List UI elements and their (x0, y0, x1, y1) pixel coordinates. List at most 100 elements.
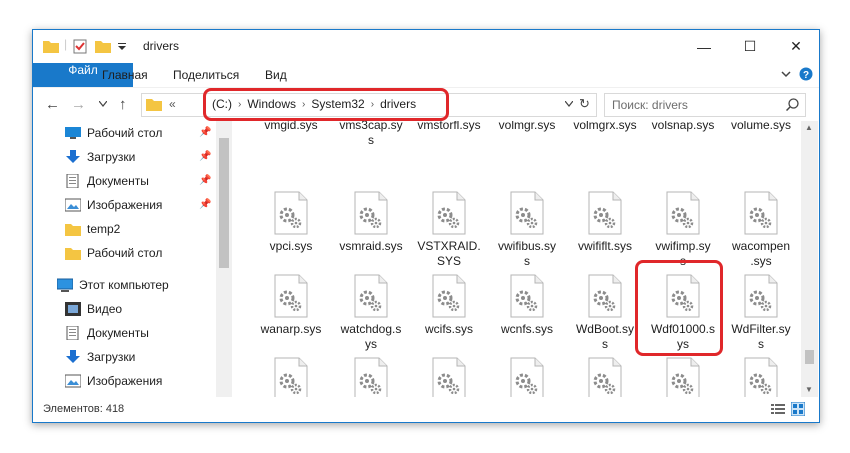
pin-icon[interactable]: 📌 (199, 199, 211, 210)
system-file-icon (666, 357, 700, 397)
file-item[interactable]: wacompen .sys (723, 191, 799, 269)
file-item[interactable]: vpci.sys (253, 191, 329, 254)
scroll-up-icon[interactable]: ▲ (805, 123, 813, 132)
tab-view[interactable]: Вид (253, 63, 299, 87)
sidebar-item-label: Загрузки (87, 150, 136, 164)
system-file-icon (588, 274, 622, 318)
sidebar-item-temp2[interactable]: temp2 (65, 219, 120, 239)
chevron-down-icon[interactable] (781, 70, 791, 78)
file-item[interactable]: wfplwfs.sys (645, 357, 721, 397)
file-item[interactable]: vwififlt.sys (567, 191, 643, 254)
system-file-icon (432, 357, 466, 397)
system-file-icon (588, 357, 622, 397)
refresh-icon[interactable]: ↻ (579, 96, 590, 112)
file-item[interactable]: werkernel.s (567, 357, 643, 397)
file-item[interactable]: WdiWiFi.sy s (333, 357, 409, 397)
search-input[interactable]: Поиск: drivers (612, 98, 688, 112)
pin-icon[interactable]: 📌 (199, 151, 211, 162)
sidebar-item-desktop[interactable]: Рабочий стол (65, 123, 162, 143)
search-box[interactable]: Поиск: drivers (604, 93, 806, 117)
system-file-icon (744, 274, 778, 318)
computer-icon (57, 278, 73, 292)
help-icon[interactable]: ? (799, 67, 813, 81)
file-item[interactable]: volmgr.sys (489, 121, 565, 133)
sidebar-item-pc-pictures[interactable]: Изображения (65, 371, 162, 391)
system-file-icon (666, 191, 700, 235)
file-name: vpci.sys (269, 239, 313, 253)
system-file-icon (744, 357, 778, 397)
file-item[interactable]: WdfLdr.sys (253, 357, 329, 397)
details-view-icon[interactable] (771, 403, 785, 415)
sidebar-scrollbar-thumb[interactable] (219, 138, 229, 268)
file-item[interactable]: wcifs.sys (411, 274, 487, 337)
sidebar-item-desktop-2[interactable]: Рабочий стол (65, 243, 162, 263)
file-item[interactable]: WdmCom (411, 357, 487, 397)
documents-icon (66, 326, 79, 340)
system-file-icon (354, 274, 388, 318)
file-item[interactable]: VSTXRAID. SYS (411, 191, 487, 269)
sidebar-item-documents[interactable]: Документы (65, 171, 149, 191)
system-file-icon (510, 357, 544, 397)
folder-icon (146, 99, 162, 111)
large-icons-view-icon[interactable] (791, 402, 805, 416)
system-file-icon (274, 191, 308, 235)
file-item[interactable]: volume.sys (723, 121, 799, 133)
back-button[interactable]: ← (45, 96, 60, 113)
file-name: vms3cap.sy s (339, 121, 403, 147)
file-item[interactable]: vsmraid.sys (333, 191, 409, 254)
sidebar-item-label: Этот компьютер (79, 278, 169, 292)
minimize-button[interactable]: — (681, 30, 727, 63)
address-dropdown-icon[interactable] (565, 101, 573, 107)
sidebar-item-pictures[interactable]: Изображения (65, 195, 162, 215)
explorer-window: | drivers — ☐ ✕ Файл Главная Поделиться … (32, 29, 820, 423)
pictures-icon (65, 374, 81, 388)
file-name: volume.sys (730, 121, 792, 132)
pin-icon[interactable]: 📌 (199, 175, 211, 186)
sidebar-item-video[interactable]: Видео (65, 299, 122, 319)
file-name: wcifs.sys (425, 322, 473, 336)
file-item[interactable]: vmstorfl.sys (411, 121, 487, 133)
file-item[interactable]: vmgid.sys (253, 121, 329, 133)
file-item[interactable]: vwifibus.sy s (489, 191, 565, 269)
file-item[interactable]: wimmount (723, 357, 799, 397)
system-file-icon (432, 274, 466, 318)
pictures-icon (65, 198, 81, 212)
path-highlight (203, 88, 449, 121)
properties-icon[interactable] (73, 39, 87, 54)
file-item[interactable]: wcnfs.sys (489, 274, 565, 337)
ribbon-controls: ? (781, 67, 813, 81)
sidebar-item-pc-documents[interactable]: Документы (65, 323, 149, 343)
file-name: wacompen .sys (731, 239, 791, 268)
file-item[interactable]: watchdog.s ys (333, 274, 409, 352)
file-item[interactable]: volmgrx.sys (567, 121, 643, 133)
svg-text:?: ? (803, 70, 809, 81)
path-overflow[interactable]: « (169, 97, 176, 111)
scroll-down-icon[interactable]: ▼ (805, 385, 813, 394)
system-file-icon (510, 191, 544, 235)
file-item[interactable]: vwifimp.sy s (645, 191, 721, 269)
tab-share[interactable]: Поделиться (161, 63, 251, 87)
customize-toolbar-icon[interactable] (118, 43, 126, 51)
file-item[interactable]: vms3cap.sy s (333, 121, 409, 148)
file-item[interactable]: WdFilter.sy s (723, 274, 799, 352)
new-folder-icon[interactable] (95, 39, 111, 53)
close-button[interactable]: ✕ (773, 30, 819, 63)
tab-home[interactable]: Главная (90, 63, 160, 87)
forward-button[interactable]: → (71, 96, 86, 113)
sidebar-item-this-pc[interactable]: Этот компьютер (57, 275, 169, 295)
maximize-button[interactable]: ☐ (727, 30, 773, 63)
pin-icon[interactable]: 📌 (199, 127, 211, 138)
sidebar-item-downloads[interactable]: Загрузки (65, 147, 135, 167)
file-list: vmgid.sys vms3cap.sy s vmstorfl.sys volmgr.… (233, 121, 801, 397)
file-item[interactable]: WdNisDrv.s (489, 357, 565, 397)
sidebar-item-pc-downloads[interactable]: Загрузки (65, 347, 135, 367)
search-icon[interactable] (786, 98, 799, 111)
file-item[interactable]: WdBoot.sy s (567, 274, 643, 352)
system-file-icon (588, 191, 622, 235)
file-item[interactable]: volsnap.sys (645, 121, 721, 133)
system-file-icon (510, 274, 544, 318)
up-button[interactable]: ↑ (119, 96, 127, 113)
recent-locations-icon[interactable] (99, 101, 107, 107)
file-item[interactable]: wanarp.sys (253, 274, 329, 337)
content-scrollbar-thumb[interactable] (805, 350, 814, 364)
